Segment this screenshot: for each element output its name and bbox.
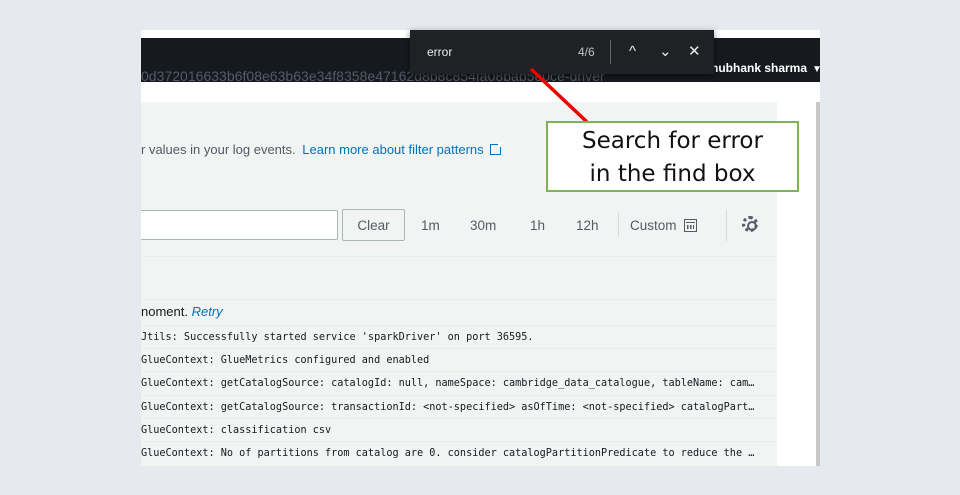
gear-icon[interactable] bbox=[742, 216, 758, 232]
table-row[interactable]: GlueContext: getCatalogSource: catalogId… bbox=[141, 371, 777, 395]
table-row[interactable]: GlueContext: getCatalogSource: transacti… bbox=[141, 394, 777, 418]
time-option-1m[interactable]: 1m bbox=[421, 218, 440, 233]
status-text: noment. bbox=[141, 304, 188, 319]
annotation-callout: Search for error in the find box bbox=[546, 121, 799, 192]
filter-info: r values in your log events. Learn more … bbox=[141, 142, 503, 157]
log-events-table: noment. Retry Jtils: Successfully starte… bbox=[141, 256, 777, 464]
table-row[interactable]: GlueContext: classification csv bbox=[141, 417, 777, 441]
time-option-1h[interactable]: 1h bbox=[530, 218, 545, 233]
user-name: hubhank sharma bbox=[711, 61, 808, 75]
time-option-12h[interactable]: 12h bbox=[576, 218, 599, 233]
find-match-count: 4/6 bbox=[578, 45, 595, 59]
filter-patterns-link[interactable]: Learn more about filter patterns bbox=[302, 142, 503, 157]
close-icon[interactable]: ✕ bbox=[688, 30, 701, 74]
status-row: noment. Retry bbox=[141, 300, 777, 325]
find-separator bbox=[610, 40, 611, 64]
time-option-30m[interactable]: 30m bbox=[470, 218, 496, 233]
chevron-up-icon[interactable]: ^ bbox=[629, 30, 636, 74]
chevron-down-icon[interactable]: ⌄ bbox=[659, 30, 672, 74]
toolbar-divider bbox=[726, 209, 727, 241]
calendar-icon bbox=[683, 218, 697, 232]
browser-find-bar: error 4/6 ^ ⌄ ✕ bbox=[410, 30, 714, 74]
table-row[interactable]: GlueContext: No of partitions from catal… bbox=[141, 440, 777, 464]
filter-patterns-link-text: Learn more about filter patterns bbox=[302, 142, 484, 157]
table-header-row bbox=[141, 256, 777, 300]
time-range-selector: Clear 1m 30m 1h 12h Custom bbox=[341, 209, 711, 241]
external-link-icon bbox=[489, 142, 503, 155]
table-row[interactable]: GlueContext: GlueMetrics configured and … bbox=[141, 348, 777, 371]
table-row[interactable]: Jtils: Successfully started service 'spa… bbox=[141, 325, 777, 349]
custom-time-label: Custom bbox=[630, 217, 677, 233]
retry-link[interactable]: Retry bbox=[192, 304, 223, 319]
find-input[interactable]: error bbox=[427, 30, 452, 74]
custom-time-button[interactable]: Custom bbox=[630, 218, 697, 233]
callout-line-2: in the find box bbox=[589, 161, 756, 187]
callout-line-1: Search for error bbox=[582, 128, 763, 154]
filter-info-text: r values in your log events. bbox=[141, 142, 296, 157]
browser-viewport: hubhank sharma ▼ 0d372016633b6f08e63b63e3… bbox=[141, 30, 820, 466]
time-option-separator bbox=[618, 213, 619, 237]
caret-down-icon: ▼ bbox=[812, 64, 820, 75]
filter-events-input[interactable] bbox=[141, 210, 338, 240]
user-menu[interactable]: hubhank sharma ▼ bbox=[711, 46, 820, 90]
scrollbar[interactable] bbox=[816, 102, 820, 466]
clear-button[interactable]: Clear bbox=[342, 209, 405, 241]
